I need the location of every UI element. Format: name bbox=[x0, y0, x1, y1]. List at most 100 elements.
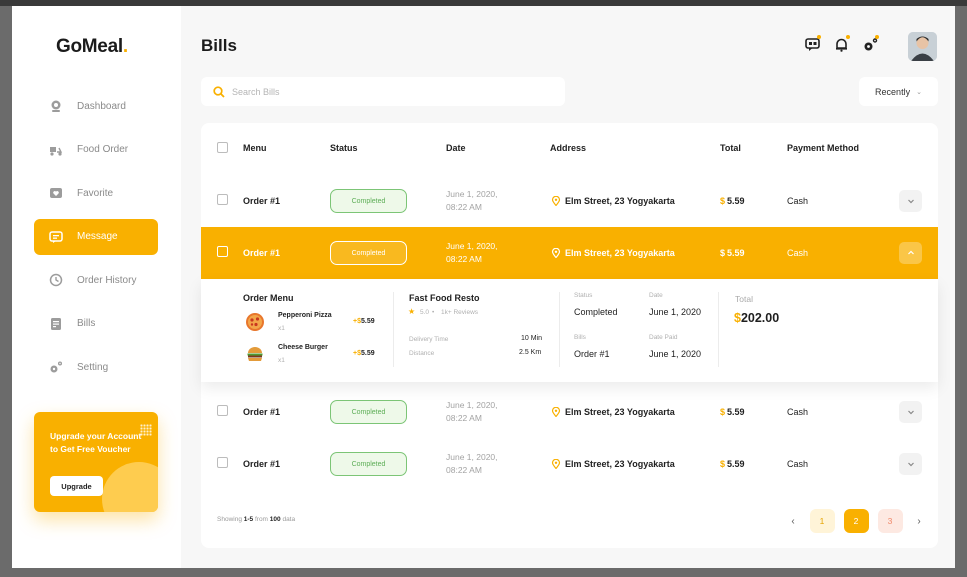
total-label: Total bbox=[735, 294, 753, 304]
order-date-time: 08:22 AM bbox=[446, 413, 482, 423]
sidebar-item-label: Message bbox=[77, 231, 118, 242]
sidebar-item-bills[interactable]: Bills bbox=[34, 306, 158, 342]
order-address: Elm Street, 23 Yogyakarta bbox=[551, 407, 675, 417]
row-checkbox[interactable] bbox=[217, 405, 228, 416]
expand-row-button[interactable] bbox=[899, 190, 922, 212]
table-row[interactable]: Order #1 Completed June 1, 2020, 08:22 A… bbox=[201, 386, 938, 438]
sidebar-item-favorite[interactable]: Favorite bbox=[34, 175, 158, 211]
table-row[interactable]: Order #1 Completed June 1, 2020, 08:22 A… bbox=[201, 438, 938, 490]
collapse-row-button[interactable] bbox=[899, 242, 922, 264]
payment-method: Cash bbox=[787, 459, 809, 469]
page-button-2[interactable]: 2 bbox=[843, 509, 869, 533]
order-date: June 1, 2020, 08:22 AM bbox=[446, 240, 536, 266]
next-page-button[interactable]: › bbox=[911, 516, 927, 527]
order-total: $5.59 bbox=[720, 459, 745, 469]
distance-value: 2.5 Km bbox=[519, 349, 542, 356]
main-content: Bills Recently ⌄ bbox=[181, 6, 955, 568]
sidebar-item-setting[interactable]: Setting bbox=[34, 349, 158, 385]
order-total: $5.59 bbox=[720, 407, 745, 417]
divider bbox=[393, 292, 394, 367]
pizza-icon bbox=[246, 313, 264, 331]
expand-row-button[interactable] bbox=[899, 453, 922, 475]
date-value: June 1, 2020 bbox=[649, 307, 702, 317]
column-header-status[interactable]: Status bbox=[330, 143, 358, 153]
order-total-value: 5.59 bbox=[727, 407, 745, 417]
table-header: Menu Status Date Address Total Payment M… bbox=[201, 123, 938, 173]
delivery-time-value: 10 Min bbox=[521, 335, 543, 342]
sidebar-item-message[interactable]: Message bbox=[34, 218, 158, 255]
order-detail-panel: Order Menu Pepperoni Pizza x1 +$5.59 Che… bbox=[201, 279, 938, 382]
sidebar-item-label: Setting bbox=[77, 361, 109, 373]
page-button-3[interactable]: 3 bbox=[877, 509, 903, 533]
order-date-time: 08:22 AM bbox=[446, 202, 482, 212]
avatar[interactable] bbox=[908, 32, 937, 61]
showing-range: 1-5 bbox=[243, 516, 254, 523]
header-actions bbox=[804, 35, 891, 52]
order-total-value: 5.59 bbox=[727, 196, 745, 206]
payment-method: Cash bbox=[787, 196, 809, 206]
chat-button[interactable] bbox=[804, 35, 821, 52]
row-checkbox[interactable] bbox=[217, 194, 228, 205]
divider bbox=[559, 292, 560, 367]
order-id: Order #1 bbox=[243, 196, 281, 206]
column-header-payment-method[interactable]: Payment Method bbox=[787, 143, 859, 153]
setting-icon bbox=[49, 360, 63, 374]
sidebar-item-order-history[interactable]: Order History bbox=[34, 262, 158, 298]
restaurant-name: Fast Food Resto bbox=[409, 293, 480, 303]
expand-row-button[interactable] bbox=[899, 401, 922, 423]
order-id: Order #1 bbox=[243, 459, 281, 469]
app-logo[interactable]: GoMeal. bbox=[56, 36, 128, 58]
status-badge: Completed bbox=[330, 452, 407, 476]
sidebar-item-label: Dashboard bbox=[77, 100, 126, 112]
location-pin-icon bbox=[551, 248, 561, 258]
total-amount: $202.00 bbox=[734, 311, 779, 325]
menu-item-name: Pepperoni Pizza bbox=[278, 312, 332, 319]
column-header-address[interactable]: Address bbox=[550, 143, 586, 153]
row-checkbox[interactable] bbox=[217, 246, 228, 257]
page-button-1[interactable]: 1 bbox=[809, 509, 835, 533]
total-amount-value: 202.00 bbox=[740, 311, 780, 325]
row-checkbox[interactable] bbox=[217, 457, 228, 468]
distance-label: Distance bbox=[409, 350, 435, 357]
currency-symbol: $ bbox=[720, 248, 726, 258]
sort-dropdown[interactable]: Recently ⌄ bbox=[859, 77, 938, 106]
favorite-icon bbox=[49, 186, 63, 200]
currency-symbol: $ bbox=[720, 459, 726, 469]
showing-suffix: data bbox=[282, 516, 296, 523]
prev-page-button[interactable]: ‹ bbox=[785, 516, 801, 527]
user-avatar-icon bbox=[908, 32, 937, 61]
upgrade-text: Upgrade your Account to Get Free Voucher bbox=[50, 431, 142, 454]
page-title: Bills bbox=[201, 36, 237, 55]
chevron-down-icon bbox=[907, 199, 914, 204]
app-window: GoMeal. Dashboard Food Order Favorite Me… bbox=[12, 6, 955, 568]
column-header-date[interactable]: Date bbox=[446, 143, 466, 153]
menu-item-name: Cheese Burger bbox=[278, 344, 328, 351]
status-badge: Completed bbox=[330, 400, 407, 424]
date-paid-label: Date Paid bbox=[649, 334, 678, 341]
upgrade-button[interactable]: Upgrade bbox=[50, 476, 103, 496]
column-header-menu[interactable]: Menu bbox=[243, 143, 267, 153]
bills-value: Order #1 bbox=[574, 349, 610, 359]
sidebar-item-dashboard[interactable]: Dashboard bbox=[34, 88, 158, 124]
settings-button[interactable] bbox=[862, 35, 879, 52]
table-row[interactable]: Order #1 Completed June 1, 2020, 08:22 A… bbox=[201, 175, 938, 227]
search-input[interactable] bbox=[232, 86, 532, 97]
notifications-button[interactable] bbox=[833, 35, 850, 52]
restaurant-reviews: 1k+ Reviews bbox=[441, 309, 479, 316]
select-all-checkbox[interactable] bbox=[217, 142, 228, 153]
order-date-day: June 1, 2020, bbox=[446, 241, 498, 251]
app-logo-dot: . bbox=[122, 36, 128, 57]
sidebar-item-label: Favorite bbox=[77, 187, 114, 199]
pagination-summary: Showing 1-5 from 100 data bbox=[217, 516, 295, 523]
location-pin-icon bbox=[551, 459, 561, 469]
column-header-total[interactable]: Total bbox=[720, 143, 741, 153]
sidebar-item-food-order[interactable]: Food Order bbox=[34, 132, 158, 168]
order-address-text: Elm Street, 23 Yogyakarta bbox=[565, 248, 675, 258]
table-row-selected[interactable]: Order #1 Completed June 1, 2020, 08:22 A… bbox=[201, 227, 938, 279]
order-date-day: June 1, 2020, bbox=[446, 400, 498, 410]
currency-symbol: $ bbox=[720, 407, 726, 417]
order-date: June 1, 2020, 08:22 AM bbox=[446, 188, 536, 214]
order-menu-title: Order Menu bbox=[243, 293, 294, 303]
burger-icon bbox=[247, 347, 263, 361]
dashboard-icon bbox=[49, 99, 63, 113]
